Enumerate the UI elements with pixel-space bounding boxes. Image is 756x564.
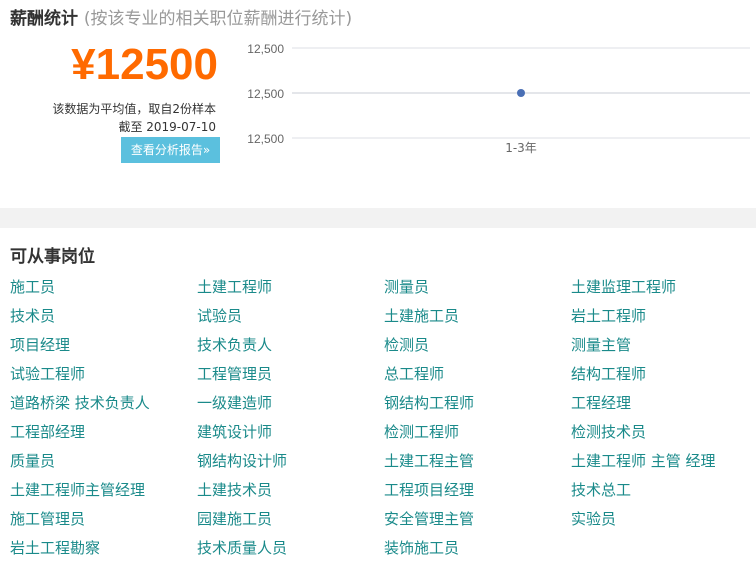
chart-data-point[interactable] — [517, 89, 525, 97]
y-tick-label: 12,500 — [247, 132, 284, 146]
salary-section-title: 薪酬统计 (按该专业的相关职位薪酬进行统计) — [10, 4, 352, 29]
section-divider — [0, 208, 756, 228]
salary-subtitle: (按该专业的相关职位薪酬进行统计) — [83, 9, 353, 29]
job-link[interactable]: 施工员 — [10, 277, 55, 297]
view-report-button[interactable]: 查看分析报告» — [121, 137, 220, 163]
job-link[interactable]: 岩土工程师 — [571, 306, 646, 326]
job-link[interactable]: 技术负责人 — [197, 335, 272, 355]
job-link[interactable]: 土建工程师主管经理 — [10, 480, 145, 500]
job-link[interactable]: 总工程师 — [384, 364, 444, 384]
job-link[interactable]: 土建工程师 主管 经理 — [571, 451, 716, 471]
job-link[interactable]: 检测工程师 — [384, 422, 459, 442]
job-link[interactable]: 技术总工 — [571, 480, 631, 500]
job-link[interactable]: 检测员 — [384, 335, 429, 355]
jobs-title: 可从事岗位 — [10, 247, 95, 267]
job-link[interactable]: 土建施工员 — [384, 306, 459, 326]
job-link[interactable]: 工程经理 — [571, 393, 631, 413]
job-link[interactable]: 安全管理主管 — [384, 509, 474, 529]
job-link[interactable]: 建筑设计师 — [197, 422, 272, 442]
job-link[interactable]: 土建工程主管 — [384, 451, 474, 471]
x-tick-label: 1-3年 — [505, 141, 537, 155]
job-link[interactable]: 一级建造师 — [197, 393, 272, 413]
job-link[interactable]: 测量员 — [384, 277, 429, 297]
job-link[interactable]: 工程项目经理 — [384, 480, 474, 500]
job-link[interactable]: 实验员 — [571, 509, 616, 529]
job-link[interactable]: 项目经理 — [10, 335, 70, 355]
job-link[interactable]: 施工管理员 — [10, 509, 85, 529]
y-tick-label: 12,500 — [247, 42, 284, 56]
job-link[interactable]: 工程部经理 — [10, 422, 85, 442]
job-link[interactable]: 结构工程师 — [571, 364, 646, 384]
job-link[interactable]: 测量主管 — [571, 335, 631, 355]
job-link[interactable]: 工程管理员 — [197, 364, 272, 384]
job-link[interactable]: 钢结构设计师 — [197, 451, 287, 471]
job-link[interactable]: 土建监理工程师 — [571, 277, 676, 297]
salary-chart: 12,500 12,500 12,500 1-3年 — [247, 42, 750, 155]
job-link[interactable]: 土建工程师 — [197, 277, 272, 297]
job-link[interactable]: 技术员 — [10, 306, 55, 326]
job-link[interactable]: 技术质量人员 — [197, 538, 287, 558]
job-link[interactable]: 装饰施工员 — [384, 538, 459, 558]
salary-amount: ¥12500 — [71, 40, 218, 89]
salary-date: 截至 2019-07-10 — [118, 120, 216, 134]
job-link[interactable]: 试验员 — [197, 306, 242, 326]
job-link[interactable]: 检测技术员 — [571, 422, 646, 442]
salary-sample-note: 该数据为平均值，取自2份样本 — [52, 102, 216, 116]
job-link[interactable]: 质量员 — [10, 451, 55, 471]
salary-statistics-section: 薪酬统计 (按该专业的相关职位薪酬进行统计) ¥12500 该数据为平均值，取自… — [0, 0, 756, 208]
job-link[interactable]: 道路桥梁 技术负责人 — [10, 393, 150, 413]
salary-title: 薪酬统计 — [10, 9, 78, 29]
job-link[interactable]: 岩土工程勘察 — [10, 538, 100, 558]
job-link[interactable]: 园建施工员 — [197, 509, 272, 529]
job-link[interactable]: 钢结构工程师 — [384, 393, 474, 413]
job-link[interactable]: 试验工程师 — [10, 364, 85, 384]
job-link[interactable]: 土建技术员 — [197, 480, 272, 500]
y-tick-label: 12,500 — [247, 87, 284, 101]
